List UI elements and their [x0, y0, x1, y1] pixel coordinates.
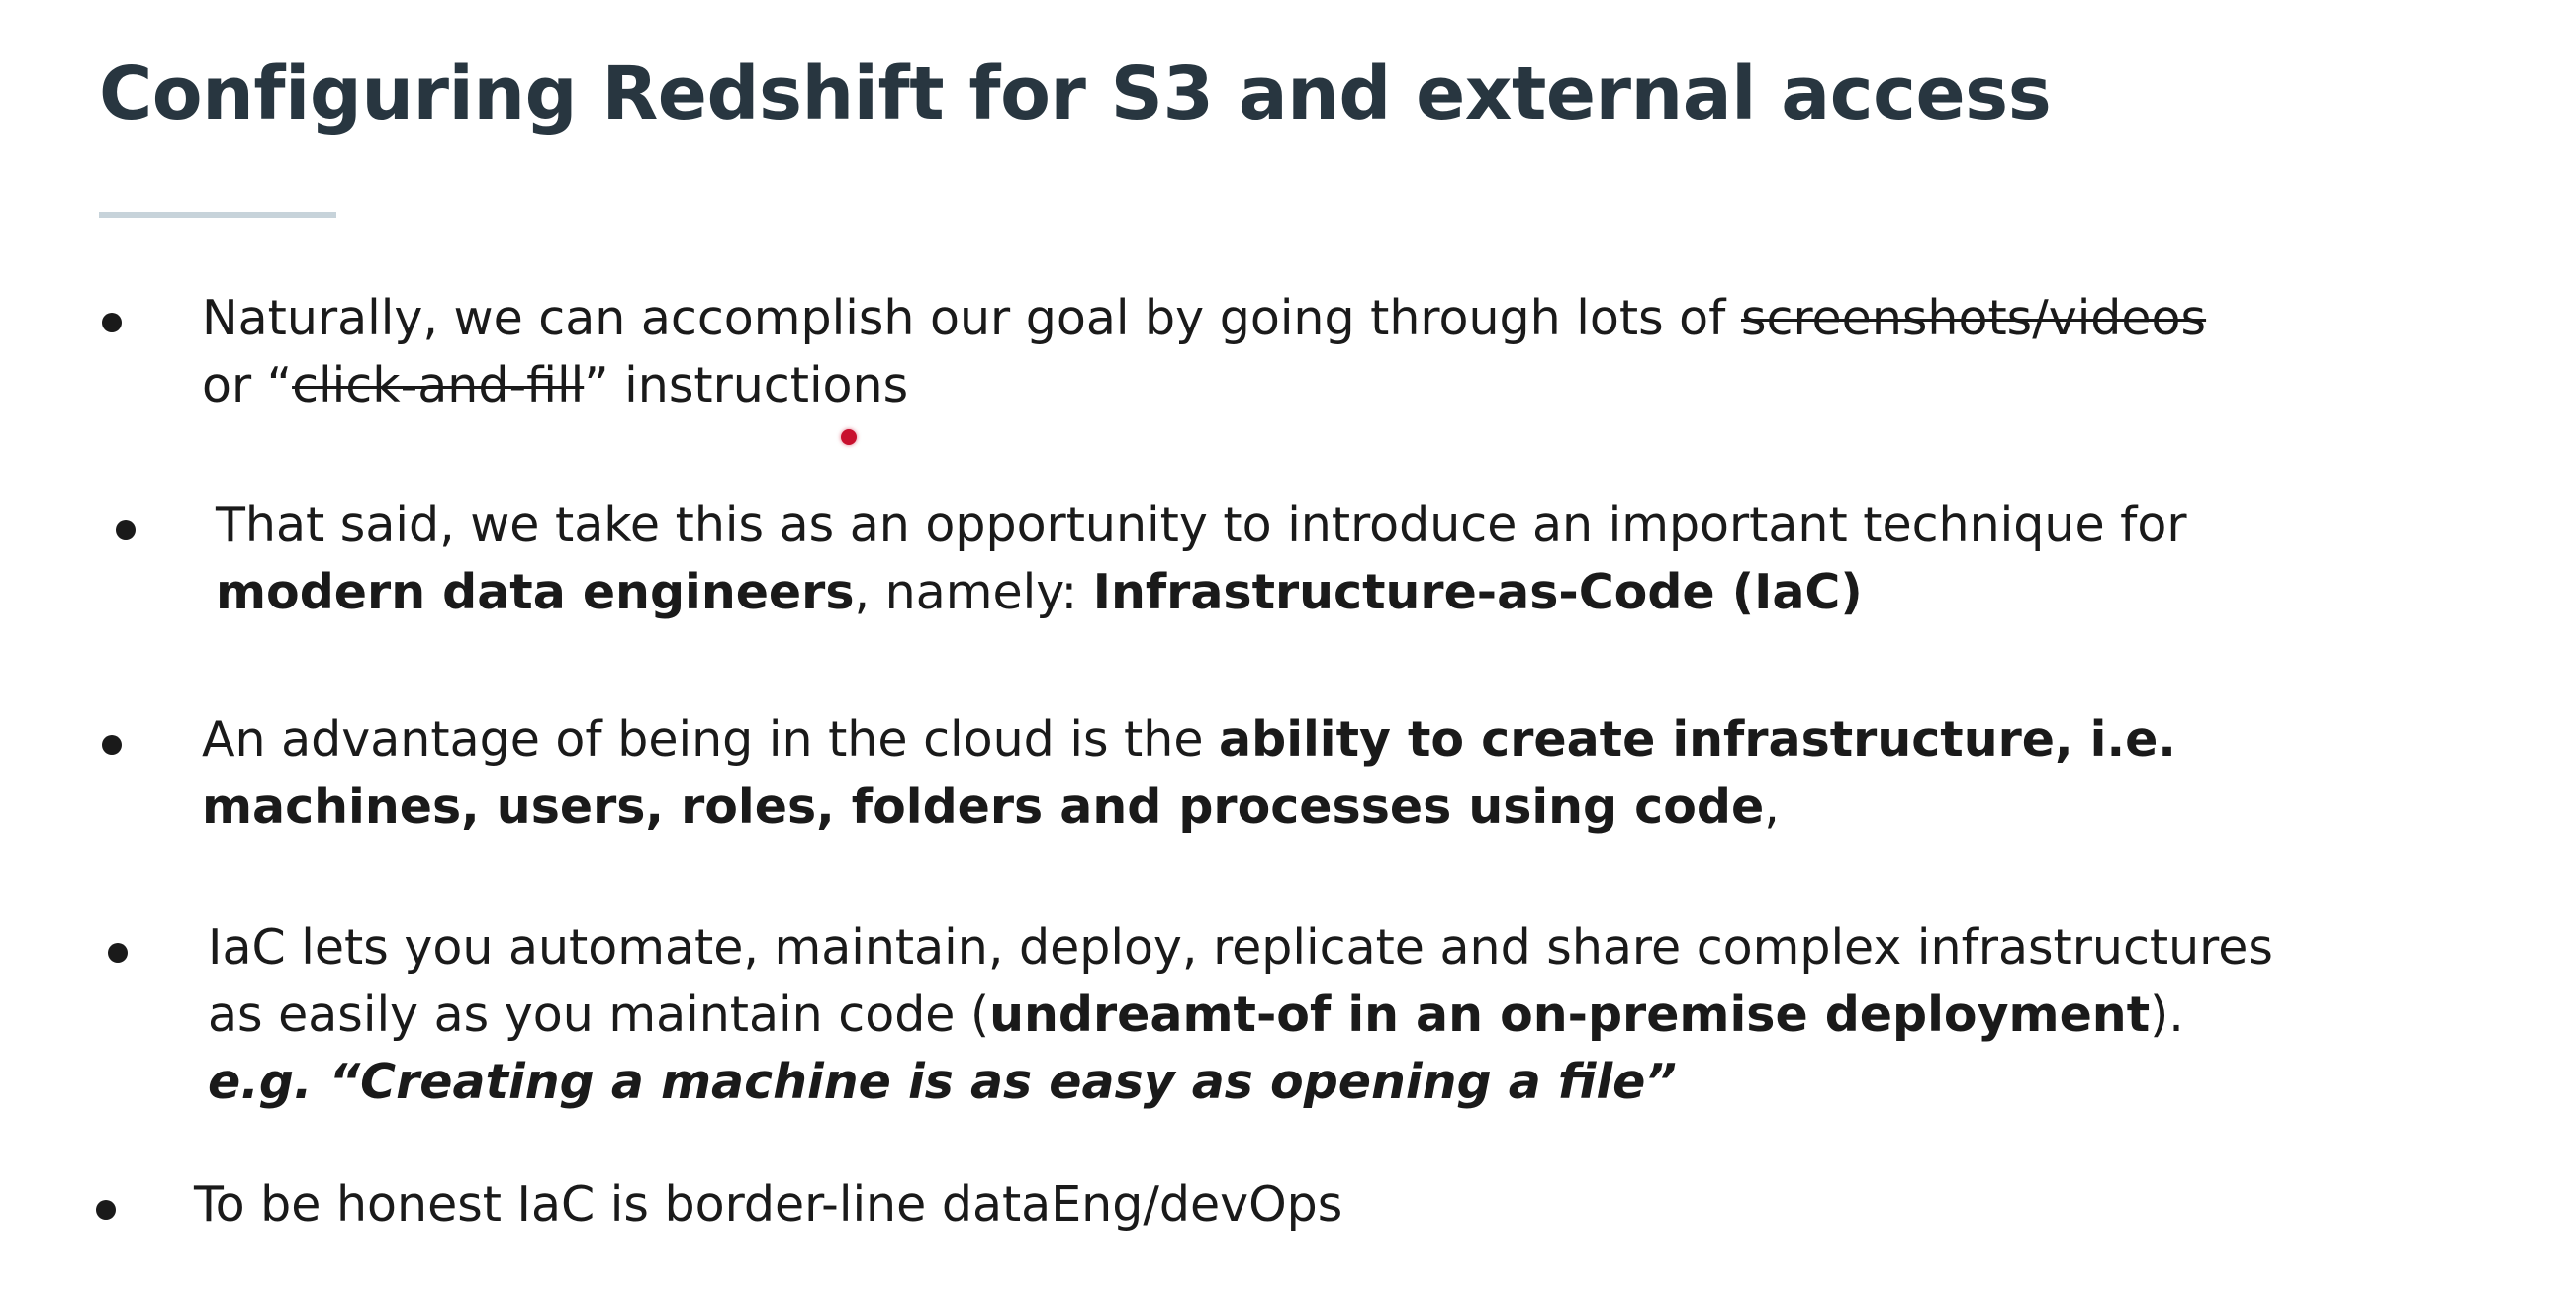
bullet-2-line-2: modern data engineers, namely: Infrastru… — [216, 564, 1863, 620]
bullet-dot-4 — [108, 943, 128, 963]
slide-title: Configuring Redshift for S3 and external… — [99, 51, 2052, 137]
laser-pointer-dot — [841, 429, 857, 445]
bullet-2-line-1: That said, we take this as an opportunit… — [216, 497, 2187, 553]
bullet-1: Naturally, we can accomplish our goal by… — [202, 285, 2206, 420]
bullet-4: IaC lets you automate, maintain, deploy,… — [208, 914, 2273, 1116]
bullet-dot-5 — [96, 1200, 116, 1220]
bullet-4-line-1: IaC lets you automate, maintain, deploy,… — [208, 919, 2273, 976]
bullet-dot-3 — [102, 735, 122, 755]
bullet-4-line-3: e.g. “Creating a machine is as easy as o… — [208, 1054, 1677, 1110]
bullet-3-line-2: machines, users, roles, folders and proc… — [202, 779, 1780, 835]
slide: Configuring Redshift for S3 and external… — [0, 0, 2576, 1306]
bullet-dot-1 — [102, 313, 122, 332]
bullet-2: That said, we take this as an opportunit… — [216, 492, 2187, 626]
bullet-dot-2 — [116, 520, 136, 540]
strikethrough-text: click-and-fill — [292, 357, 585, 414]
title-underline — [99, 212, 336, 218]
strikethrough-text: screenshots/videos — [1741, 290, 2207, 346]
bullet-1-line-2: or “click-and-fill” instructions — [202, 357, 909, 414]
bullet-1-line-1: Naturally, we can accomplish our goal by… — [202, 290, 2207, 346]
bullet-5-line-1: To be honest IaC is border-line dataEng/… — [194, 1176, 1343, 1233]
bullet-5: To be honest IaC is border-line dataEng/… — [194, 1171, 1342, 1239]
bullet-4-line-2: as easily as you maintain code (undreamt… — [208, 986, 2184, 1043]
bullet-3: An advantage of being in the cloud is th… — [202, 706, 2176, 841]
bullet-3-line-1: An advantage of being in the cloud is th… — [202, 711, 2176, 768]
